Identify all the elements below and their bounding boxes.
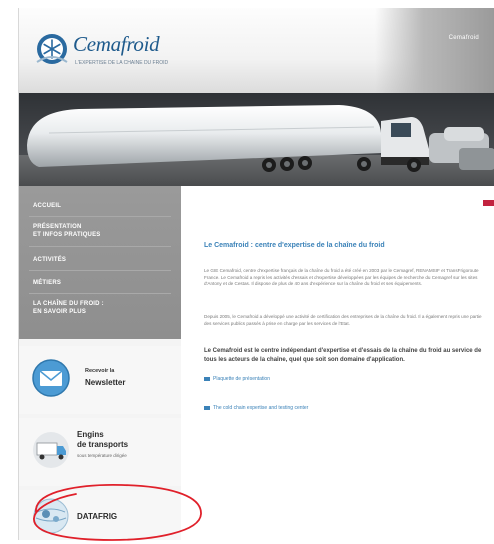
nav-item-presentation[interactable]: PRÉSENTATION ET INFOS PRATIQUES [33, 223, 101, 239]
datafrig-label: DATAFRIG [77, 512, 118, 521]
nav-divider [29, 216, 171, 217]
newsletter-small-label: Recevoir la [85, 368, 115, 374]
mission-statement: Le Cemafroid est le centre indépendant d… [204, 348, 482, 363]
intro-paragraph: Le GIE Cemafroid, centre d'expertise fra… [204, 268, 479, 287]
sidebar: ACCUEIL PRÉSENTATION ET INFOS PRATIQUES … [19, 186, 181, 540]
nav-divider [29, 246, 171, 247]
english-link-label: The cold chain expertise and testing cen… [213, 405, 309, 411]
arrow-bullet-icon [204, 405, 210, 410]
brochure-link-label: Plaquette de présentation [213, 376, 270, 382]
banner-photo [19, 93, 494, 186]
main-nav: ACCUEIL PRÉSENTATION ET INFOS PRATIQUES … [19, 186, 181, 339]
snowflake-logo-icon [36, 34, 68, 64]
datafrig-globe-icon [33, 498, 69, 534]
nav-divider [29, 270, 171, 271]
brochure-link[interactable]: Plaquette de présentation [204, 376, 270, 382]
nav-item-chaine-du-froid[interactable]: LA CHAÎNE DU FROID : EN SAVOIR PLUS [33, 300, 104, 316]
envelope-icon [32, 359, 70, 397]
page-title: Le Cemafroid : centre d'expertise de la … [204, 242, 385, 249]
header-link[interactable]: Cemafroid [449, 35, 479, 41]
page: Cemafroid L'EXPERTISE DE LA CHAINE DU FR… [0, 0, 494, 544]
header-shade [375, 8, 494, 93]
engins-sublabel: sous température dirigée [77, 453, 127, 458]
site-header: Cemafroid L'EXPERTISE DE LA CHAINE DU FR… [19, 8, 494, 93]
nav-item-accueil[interactable]: ACCUEIL [33, 202, 61, 210]
site-logo[interactable]: Cemafroid L'EXPERTISE DE LA CHAINE DU FR… [35, 30, 205, 74]
newsletter-promo[interactable]: Recevoir la Newsletter [19, 346, 181, 414]
nav-divider [29, 293, 171, 294]
site-frame: Cemafroid L'EXPERTISE DE LA CHAINE DU FR… [18, 8, 494, 540]
logo-tagline: L'EXPERTISE DE LA CHAINE DU FROID [75, 60, 169, 66]
arrow-bullet-icon [204, 376, 210, 381]
tanker-truck-image [19, 93, 494, 186]
engins-label: Engins de transports [77, 430, 129, 449]
english-link[interactable]: The cold chain expertise and testing cen… [204, 405, 308, 411]
nav-item-activites[interactable]: ACTIVITÉS [33, 256, 66, 264]
nav-item-metiers[interactable]: MÉTIERS [33, 279, 61, 287]
corner-tab[interactable] [483, 200, 494, 206]
logo-wordmark: Cemafroid [73, 32, 160, 56]
main-content: Le Cemafroid : centre d'expertise de la … [181, 186, 494, 540]
certification-paragraph: Depuis 2005, le Cemafroid a développé un… [204, 314, 482, 326]
newsletter-label: Newsletter [85, 378, 126, 387]
refrigerated-truck-icon [33, 432, 69, 468]
engins-transport-promo[interactable]: Engins de transports sous température di… [19, 418, 181, 486]
datafrig-promo[interactable]: DATAFRIG [19, 490, 181, 540]
